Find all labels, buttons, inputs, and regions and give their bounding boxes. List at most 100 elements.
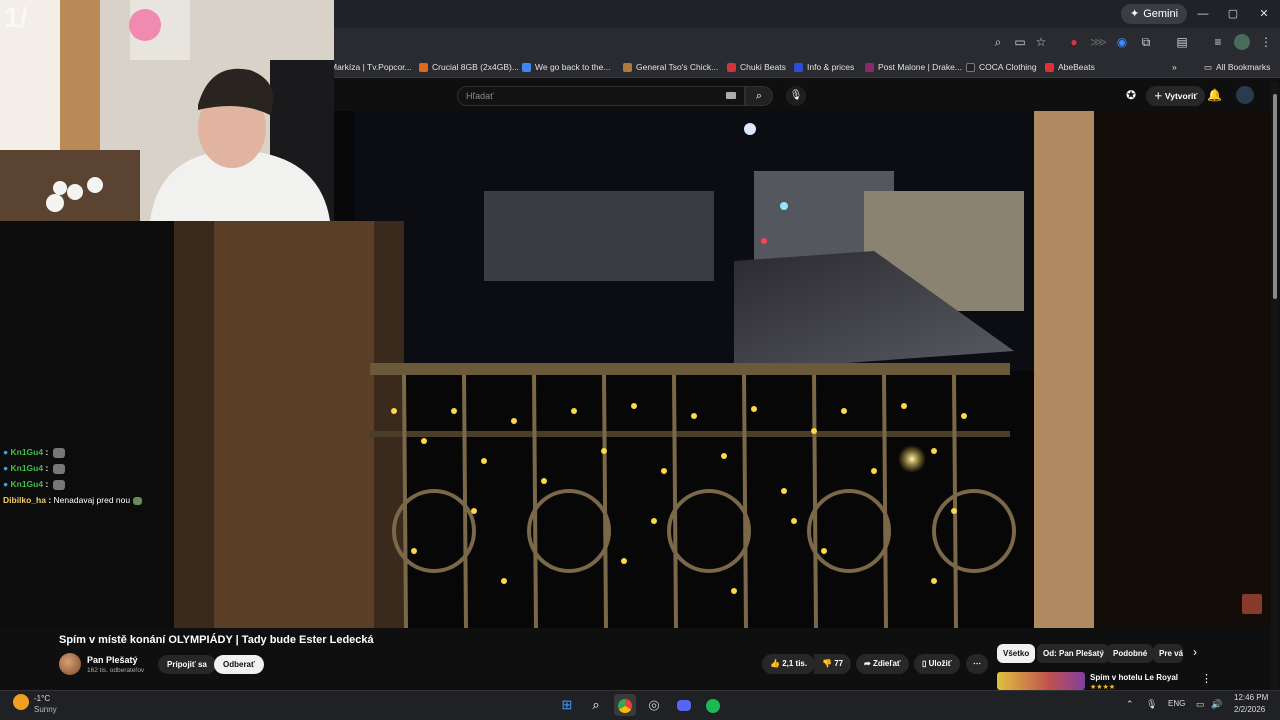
bookmark-label: Post Malone | Drake... <box>878 62 962 72</box>
extension-gray-icon[interactable]: ⋙ <box>1090 34 1107 50</box>
webcam-frame <box>0 0 334 221</box>
profile-avatar-icon[interactable] <box>1234 34 1250 50</box>
bookmark-item[interactable]: We go back to the... <box>522 60 610 74</box>
bookmark-item[interactable]: Markíza | Tv.Popcor... <box>330 60 412 74</box>
share-label: Zdieľať <box>872 659 901 668</box>
subscriber-count: 162 tis. odberateľov <box>87 667 145 674</box>
chip-for-you[interactable]: Pre vás <box>1153 644 1183 663</box>
clock-date[interactable]: 2/2/2026 <box>1234 704 1265 715</box>
zoom-icon[interactable]: ⌕ <box>990 34 1006 50</box>
chat-message: ● Kn1Gu4 : <box>3 477 65 491</box>
dislike-button[interactable]: 👎 77 <box>814 654 852 674</box>
sunny-weather-icon[interactable] <box>13 694 29 710</box>
like-button[interactable]: 👍 2,1 tis. <box>762 654 816 674</box>
bookmark-item[interactable]: AbeBeats <box>1045 60 1095 74</box>
bookmark-item[interactable]: COCA Clothing <box>966 60 1037 74</box>
emote-icon <box>52 447 65 458</box>
display-icon[interactable]: ▭ <box>1196 697 1205 711</box>
language-indicator[interactable]: ENG <box>1168 697 1185 711</box>
channel-name[interactable]: Pan Plešatý <box>87 655 138 665</box>
bookmark-label: AbeBeats <box>1058 62 1095 72</box>
bookmark-favicon-icon <box>794 62 803 72</box>
bookmark-favicon-icon <box>727 62 736 72</box>
chip-related[interactable]: Podobné <box>1107 644 1154 663</box>
cast-icon[interactable]: ✪ <box>1126 88 1136 102</box>
extensions-puzzle-icon[interactable]: ⧉ <box>1138 34 1154 50</box>
all-bookmarks-label: All Bookmarks <box>1216 62 1271 72</box>
share-button[interactable]: ➦ Zdieľať <box>856 654 909 674</box>
bookmark-star-icon[interactable]: ☆ <box>1033 34 1049 50</box>
account-avatar[interactable] <box>1236 86 1254 104</box>
all-bookmarks-button[interactable]: ▭ All Bookmarks <box>1204 60 1270 74</box>
windows-taskbar <box>0 690 1280 720</box>
close-button[interactable]: ✕ <box>1253 4 1275 24</box>
plus-icon: ＋ <box>1154 91 1165 101</box>
maximize-button[interactable]: ▢ <box>1222 4 1244 24</box>
notifications-bell-icon[interactable]: 🔔 <box>1207 88 1222 102</box>
cast-icon[interactable]: ▭ <box>1012 34 1028 50</box>
bookmark-item[interactable]: Info & prices <box>794 60 854 74</box>
bookmark-item[interactable]: Post Malone | Drake... <box>865 60 962 74</box>
bookmark-label: Markíza | Tv.Popcor... <box>330 62 412 72</box>
folder-icon: ▭ <box>1204 62 1213 72</box>
discord-icon[interactable] <box>673 694 695 716</box>
bookmark-item[interactable]: Crucial 8GB (2x4GB)... <box>419 60 519 74</box>
sidepanel-icon[interactable]: ▤ <box>1174 34 1190 50</box>
share-icon: ➦ <box>864 659 873 668</box>
clock-time[interactable]: 12:46 PM <box>1234 692 1268 703</box>
weather-temp[interactable]: -1°C <box>34 693 50 704</box>
gemini-button[interactable]: ✦ Gemini <box>1121 4 1188 24</box>
recommended-thumbnail[interactable] <box>997 672 1085 690</box>
badge-icon: ● <box>3 463 11 473</box>
chat-text: Nenadavaj pred nou <box>53 495 131 505</box>
mic-icon: 🎙 <box>789 90 803 101</box>
join-button[interactable]: Pripojiť sa <box>158 655 216 674</box>
extension-blue-icon[interactable]: ◉ <box>1114 34 1130 50</box>
media-icon[interactable]: ≡ <box>1210 34 1226 50</box>
subscribe-button[interactable]: Odberať <box>214 655 264 674</box>
bookmark-item[interactable]: Chuki Beats <box>727 60 786 74</box>
weather-desc[interactable]: Sunny <box>34 704 57 715</box>
mic-tray-icon[interactable]: 🎙 <box>1146 697 1157 711</box>
more-bookmarks-button[interactable]: » <box>1172 60 1177 74</box>
obs-icon[interactable]: ◎ <box>643 694 665 716</box>
voice-search-button[interactable]: 🎙 <box>786 86 806 106</box>
chip-from-channel[interactable]: Od: Pan Plešatý <box>1037 644 1110 663</box>
volume-icon[interactable]: 🔊 <box>1211 697 1222 711</box>
extension-red-icon[interactable]: ● <box>1066 34 1082 50</box>
bookmark-label: General Tso's Chick... <box>636 62 719 72</box>
bookmark-favicon-icon <box>865 62 874 72</box>
minimize-button[interactable]: — <box>1192 4 1214 24</box>
video-player[interactable] <box>174 111 1270 628</box>
badge-icon: ● <box>3 447 11 457</box>
search-icon[interactable]: ⌕ <box>585 694 607 716</box>
keyboard-icon[interactable] <box>726 92 736 99</box>
more-actions-button[interactable]: ⋯ <box>966 654 988 674</box>
kebab-menu-icon[interactable]: ⋮ <box>1201 672 1212 685</box>
kebab-menu-icon[interactable]: ⋮ <box>1258 34 1274 50</box>
bookmark-label: Info & prices <box>807 62 855 72</box>
recommended-title[interactable]: Spím v hotelu Le Royal <box>1090 673 1178 682</box>
bookmark-label: COCA Clothing <box>979 62 1037 72</box>
channel-avatar[interactable] <box>59 653 81 675</box>
webcam-overlay: 1/ <box>0 0 334 221</box>
search-input[interactable]: Hľadať <box>457 86 745 106</box>
start-icon[interactable]: ⊞ <box>556 694 578 716</box>
channel-watermark[interactable] <box>1242 594 1262 614</box>
spotify-icon[interactable] <box>702 694 724 716</box>
scrollbar-thumb[interactable] <box>1273 94 1277 299</box>
emote-icon <box>52 463 65 474</box>
dislike-count: 77 <box>834 659 844 668</box>
create-button[interactable]: ＋ Vytvoriť <box>1146 86 1206 106</box>
tray-chevron-icon[interactable]: ⌃ <box>1126 697 1134 711</box>
bookmark-item[interactable]: General Tso's Chick... <box>623 60 718 74</box>
chip-all[interactable]: Všetko <box>997 644 1036 663</box>
save-button[interactable]: ▯ Uložiť <box>914 654 960 674</box>
search-button[interactable]: ⌕ <box>745 86 773 106</box>
chrome-icon[interactable] <box>614 694 636 716</box>
overlay-counter: 1/ <box>4 2 28 33</box>
bookmark-favicon-icon <box>522 62 531 72</box>
bookmark-label: We go back to the... <box>535 62 611 72</box>
chevron-right-icon[interactable]: › <box>1193 645 1197 659</box>
chat-message: Dibilko_ha : Nenadavaj pred nou <box>3 493 143 507</box>
